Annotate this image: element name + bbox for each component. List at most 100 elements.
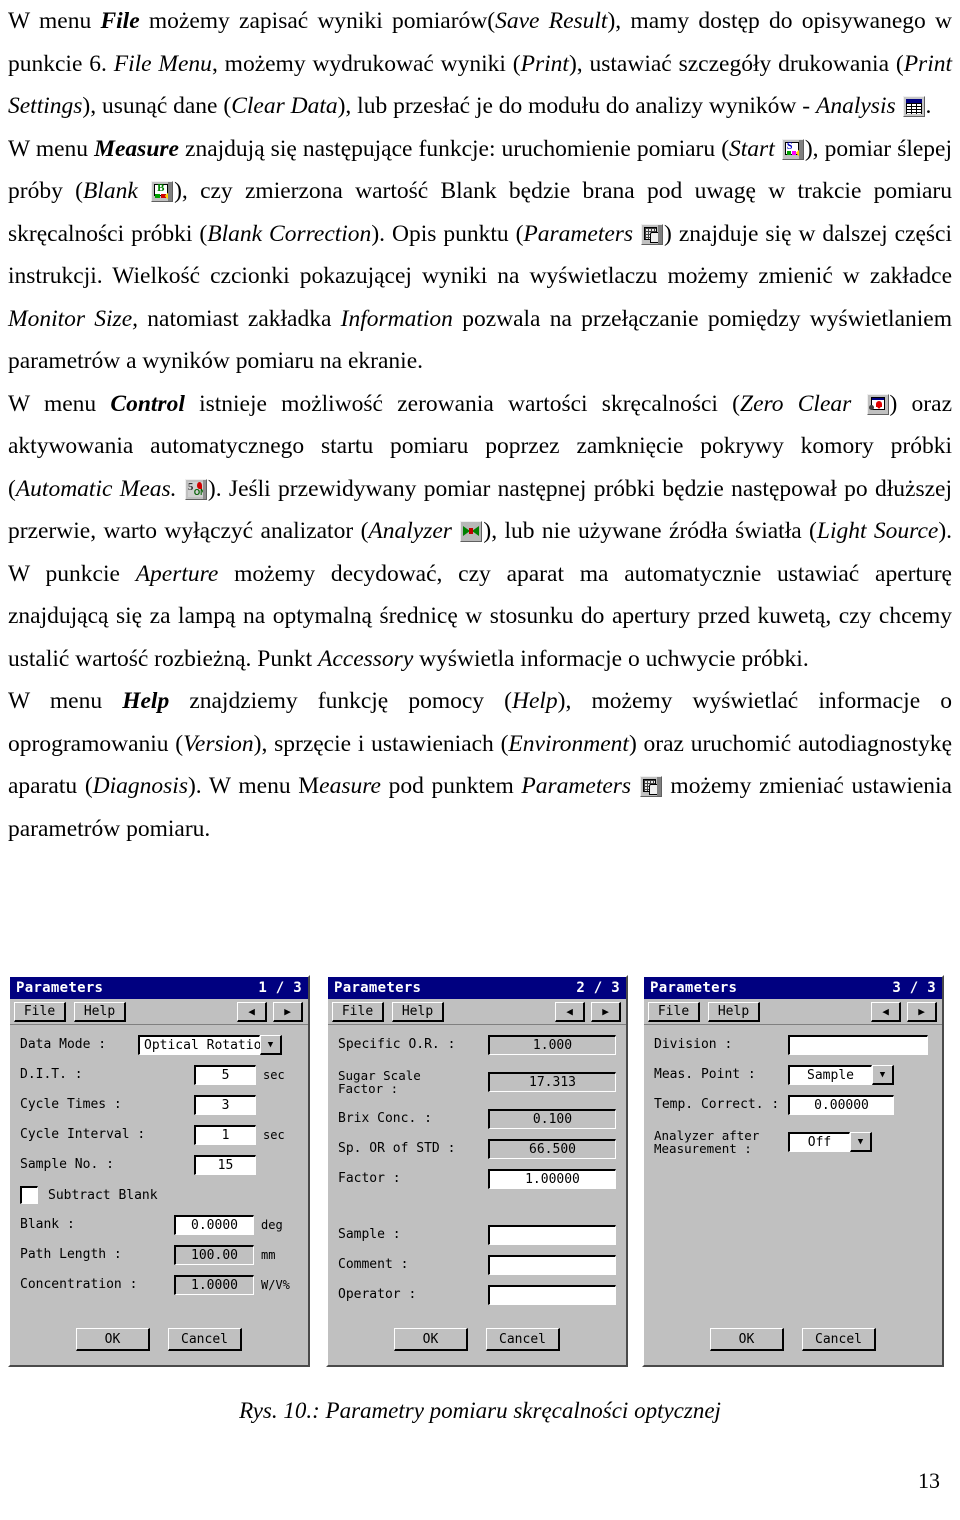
emph-save-result: Save Result xyxy=(495,8,608,34)
emph-version: Version xyxy=(183,730,254,757)
comment-input[interactable] xyxy=(488,1255,616,1275)
emph-automatic-meas: Automatic Meas. xyxy=(15,475,177,502)
meas-point-combo[interactable]: Sample ▼ xyxy=(788,1065,894,1085)
dialog-nav-buttons: ◀ ▶ xyxy=(871,1002,937,1022)
ok-button[interactable]: OK xyxy=(710,1328,784,1351)
emph-analyzer: Analyzer xyxy=(368,518,452,544)
field-label: Sample No. : xyxy=(20,1157,114,1172)
emph-file: File xyxy=(100,8,140,34)
field-row-factor: Factor : 1.00000 xyxy=(338,1169,616,1189)
emph-control: Control xyxy=(110,390,185,417)
blank-input[interactable]: 0.0000 xyxy=(174,1215,254,1235)
dialog-title: Parameters xyxy=(650,980,738,996)
field-row-cycle-interval: Cycle Interval : 1 sec xyxy=(20,1125,298,1145)
cancel-button[interactable]: Cancel xyxy=(802,1328,876,1351)
sample-no-input[interactable]: 15 xyxy=(194,1155,256,1175)
factor-input[interactable]: 1.00000 xyxy=(488,1169,616,1189)
field-row-subtract-blank: Subtract Blank xyxy=(20,1185,298,1205)
field-label: Concentration : xyxy=(20,1277,138,1292)
ok-button[interactable]: OK xyxy=(76,1328,150,1351)
division-input[interactable] xyxy=(788,1035,928,1055)
dialog-title: Parameters xyxy=(16,980,104,996)
field-label: Meas. Point : xyxy=(654,1067,756,1082)
menu-help-button[interactable]: Help xyxy=(708,1001,760,1022)
field-label: Temp. Correct. : xyxy=(654,1097,780,1112)
cycle-times-input[interactable]: 3 xyxy=(194,1095,256,1115)
sp-or-of-std-value: 66.500 xyxy=(488,1139,616,1159)
text-run: W menu xyxy=(8,390,111,417)
text-run: ). Opis punktu ( xyxy=(371,220,524,247)
concentration-value: 1.0000 xyxy=(174,1275,254,1295)
chevron-down-icon[interactable]: ▼ xyxy=(872,1065,894,1085)
cancel-button[interactable]: Cancel xyxy=(168,1328,242,1351)
field-label: Factor : xyxy=(338,1171,401,1186)
path-length-value: 100.00 xyxy=(174,1245,254,1265)
menu-file-button[interactable]: File xyxy=(648,1001,700,1022)
field-row-dit: D.I.T. : 5 sec xyxy=(20,1065,298,1085)
dialog-page-indicator: 3 / 3 xyxy=(892,980,936,996)
analyzer-after-measurement-value[interactable]: Off xyxy=(788,1132,850,1152)
parameters-dialog-3: Parameters 3 / 3 File Help ◀ ▶ Division … xyxy=(642,975,944,1367)
dialog-menubar: File Help ◀ ▶ xyxy=(328,999,626,1025)
prev-page-button[interactable]: ◀ xyxy=(237,1002,267,1022)
field-row-brix-conc: Brix Conc. : 0.100 xyxy=(338,1109,616,1129)
dialog-page-indicator: 1 / 3 xyxy=(258,980,302,996)
emph-print: Print xyxy=(520,50,569,77)
text-run: ), lub przesłać je do modułu do analizy … xyxy=(337,93,816,119)
emph-help: Help xyxy=(122,688,170,714)
field-label: Operator : xyxy=(338,1287,417,1302)
next-page-button[interactable]: ▶ xyxy=(591,1002,621,1022)
dit-input[interactable]: 5 xyxy=(194,1065,256,1085)
menu-help-button[interactable]: Help xyxy=(74,1001,126,1022)
next-page-button[interactable]: ▶ xyxy=(907,1002,937,1022)
emph-blank-correction: Blank Correction xyxy=(207,220,372,247)
field-label: D.I.T. : xyxy=(20,1067,83,1082)
dialog-body: Specific O.R. : 1.000 Sugar Scale Factor… xyxy=(328,1025,626,1365)
field-row-data-mode: Data Mode : Optical Rotation ▼ xyxy=(20,1035,298,1055)
text-run: ), lub nie używane źródła światła ( xyxy=(483,518,817,544)
cycle-interval-input[interactable]: 1 xyxy=(194,1125,256,1145)
text-run: możemy zapisać wyniki pomiarów( xyxy=(139,8,496,34)
dialog-menubar: File Help ◀ ▶ xyxy=(644,999,942,1025)
operator-input[interactable] xyxy=(488,1285,616,1305)
emph-parameters: Parameters xyxy=(523,220,634,247)
menu-file-button[interactable]: File xyxy=(332,1001,384,1022)
text-run: ). W menu M xyxy=(187,773,320,799)
text-run: W menu xyxy=(8,8,101,34)
field-row-sugar-scale-factor: Sugar Scale Factor : 17.313 xyxy=(338,1065,616,1099)
field-row-analyzer-after-measurement: Analyzer after Measurement : Off ▼ xyxy=(654,1125,932,1159)
brix-conc-value: 0.100 xyxy=(488,1109,616,1129)
emph-file-menu: File Menu xyxy=(113,50,212,77)
text-run: W menu xyxy=(8,688,123,714)
prev-page-button[interactable]: ◀ xyxy=(871,1002,901,1022)
automatic-measurement-icon: 5 ON xyxy=(184,478,207,500)
text-run: , możemy wydrukować wyniki ( xyxy=(211,50,521,77)
data-mode-value[interactable]: Optical Rotation xyxy=(138,1035,269,1055)
meas-point-value[interactable]: Sample xyxy=(788,1065,872,1085)
sample-input[interactable] xyxy=(488,1225,616,1245)
emph-environment: Environment xyxy=(508,730,629,757)
emph-aperture: Aperture xyxy=(135,560,219,587)
prev-page-button[interactable]: ◀ xyxy=(555,1002,585,1022)
field-row-cycle-times: Cycle Times : 3 xyxy=(20,1095,298,1115)
cancel-button[interactable]: Cancel xyxy=(486,1328,560,1351)
menu-help-button[interactable]: Help xyxy=(392,1001,444,1022)
dialog-buttons: OK Cancel xyxy=(644,1328,942,1351)
field-row-specific-or: Specific O.R. : 1.000 xyxy=(338,1035,616,1055)
next-page-button[interactable]: ▶ xyxy=(273,1002,303,1022)
menu-file-button[interactable]: File xyxy=(14,1001,66,1022)
data-mode-combo[interactable]: Optical Rotation ▼ xyxy=(138,1035,282,1055)
field-row-concentration: Concentration : 1.0000 W/V% xyxy=(20,1275,298,1295)
field-label: Analyzer after Measurement : xyxy=(654,1129,772,1155)
analyzer-after-measurement-combo[interactable]: Off ▼ xyxy=(788,1132,872,1152)
paragraph-file-menu: W menu File możemy zapisać wyniki pomiar… xyxy=(8,0,952,128)
emph-easure: easure xyxy=(319,773,381,799)
field-label: Brix Conc. : xyxy=(338,1111,432,1126)
ok-button[interactable]: OK xyxy=(394,1328,468,1351)
field-row-blank: Blank : 0.0000 deg xyxy=(20,1215,298,1235)
temp-correct-input[interactable]: 0.00000 xyxy=(788,1095,894,1115)
chevron-down-icon[interactable]: ▼ xyxy=(260,1035,282,1055)
subtract-blank-checkbox[interactable] xyxy=(20,1186,38,1204)
chevron-down-icon[interactable]: ▼ xyxy=(850,1132,872,1152)
field-row-comment: Comment : xyxy=(338,1255,616,1275)
